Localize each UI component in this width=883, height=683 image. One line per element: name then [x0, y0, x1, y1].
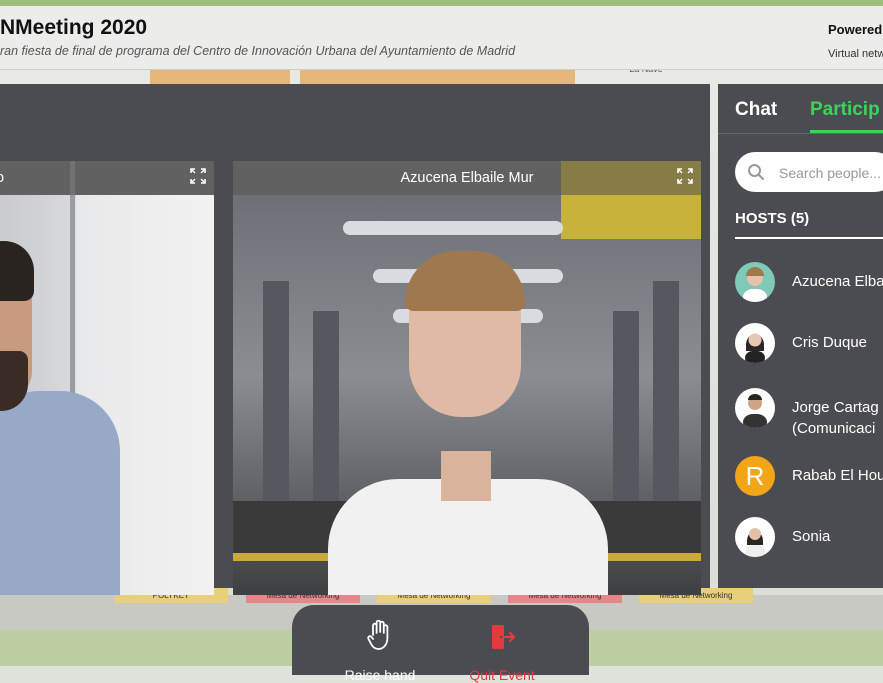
participant-name: Azucena Elba — [792, 273, 883, 290]
video-tile[interactable]: o — [0, 161, 214, 595]
tab-chat[interactable]: Chat — [735, 99, 777, 121]
quit-event-button[interactable]: Quit Event — [452, 617, 552, 683]
video-tile[interactable]: Azucena Elbaile Mur — [233, 161, 701, 595]
map-building — [300, 70, 575, 84]
expand-icon[interactable] — [677, 168, 693, 184]
active-tab-indicator — [810, 130, 883, 133]
video-background — [313, 311, 339, 531]
participant-item[interactable]: Jorge Cartag (Comunicaci — [735, 388, 883, 437]
event-header: NMeeting 2020 ran fiesta de final de pro… — [0, 6, 883, 70]
participant-item[interactable]: R Rabab El Hou — [735, 456, 883, 500]
search-box[interactable] — [735, 152, 883, 192]
participant-figure — [441, 451, 491, 501]
participant-item[interactable]: Cris Duque — [735, 323, 883, 367]
participant-figure — [0, 391, 120, 595]
participant-name-line2: (Comunicaci — [792, 420, 876, 437]
video-tile-bar: o — [0, 161, 214, 195]
video-background — [613, 311, 639, 531]
powered-by-sublabel: Virtual netw — [828, 48, 883, 60]
hand-icon — [367, 619, 389, 650]
event-title: NMeeting 2020 — [0, 16, 148, 39]
powered-by-label: Powered — [828, 22, 883, 37]
avatar — [735, 517, 775, 557]
hosts-section-header: HOSTS (5) — [735, 210, 810, 227]
video-participant-name: o — [0, 170, 5, 186]
quit-event-label: Quit Event — [469, 667, 535, 683]
participant-name: Sonia — [792, 528, 831, 545]
participant-item[interactable]: Azucena Elba — [735, 262, 883, 306]
video-background — [343, 221, 563, 235]
hosts-divider — [735, 237, 883, 239]
tab-divider — [718, 133, 883, 134]
participant-name: Rabab El Hou — [792, 467, 883, 484]
avatar — [735, 262, 775, 302]
raise-hand-label: Raise hand — [344, 667, 416, 683]
participants-sidebar: Chat Particip HOSTS (5) Azucena Elba Cri… — [718, 84, 883, 588]
video-panel: o Azucena Elbaile Mur — [0, 84, 710, 595]
participant-name: Cris Duque — [792, 334, 868, 351]
expand-icon[interactable] — [190, 168, 206, 184]
search-input[interactable] — [777, 162, 883, 184]
event-subtitle: ran fiesta de final de programa del Cent… — [0, 44, 516, 58]
search-icon — [748, 164, 764, 180]
raise-hand-button[interactable]: Raise hand — [330, 617, 430, 683]
avatar — [735, 388, 775, 428]
participant-name: Jorge Cartag — [792, 399, 879, 416]
tab-participants[interactable]: Particip — [810, 99, 880, 121]
exit-door-icon — [492, 625, 516, 649]
video-tile-bar: Azucena Elbaile Mur — [233, 161, 701, 195]
event-control-bar: Raise hand Quit Event — [292, 605, 589, 683]
avatar-initial: R — [735, 456, 775, 496]
avatar — [735, 323, 775, 363]
participant-item[interactable]: Sonia — [735, 517, 883, 561]
map-building — [150, 70, 290, 84]
video-participant-name: Azucena Elbaile Mur — [400, 170, 534, 186]
